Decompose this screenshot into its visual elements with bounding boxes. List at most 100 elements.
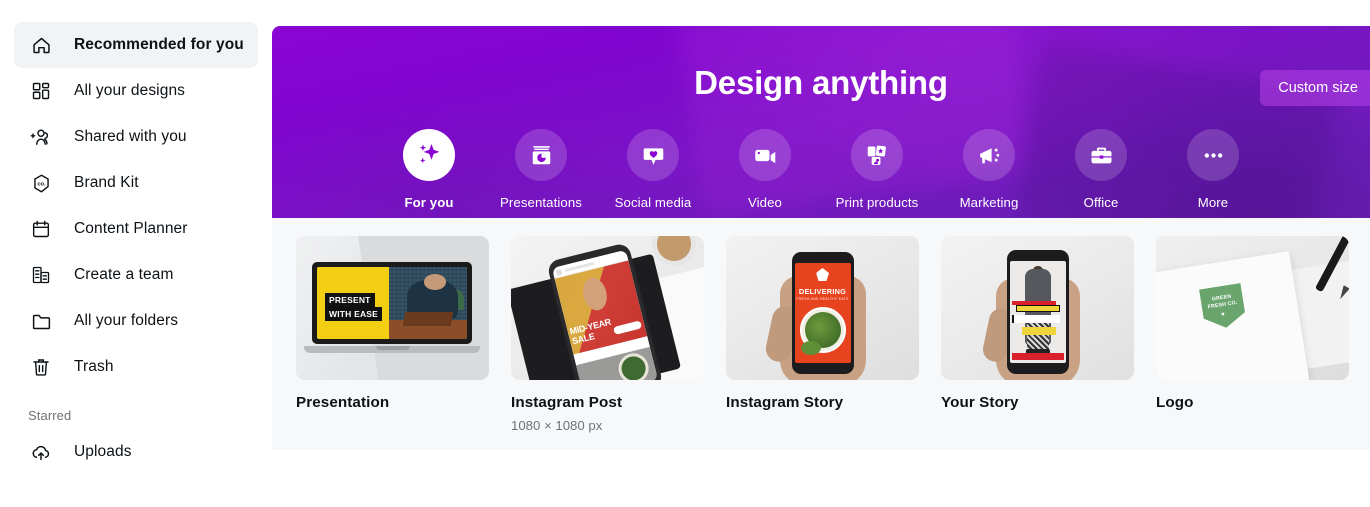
- phone-mockup: [1006, 250, 1069, 374]
- building-icon: [28, 262, 54, 288]
- thumb-headline-line1: PRESENT: [325, 293, 375, 307]
- sparkle-icon: [403, 129, 455, 181]
- logo-text: GREEN FRESH CO.: [1200, 292, 1244, 311]
- canva-homepage: Recommended for you All your designs Sha…: [0, 0, 1370, 507]
- thumb-headline: MID-YEAR SALE: [569, 317, 615, 347]
- category-tab-marketing[interactable]: Marketing: [933, 129, 1045, 210]
- thumbnail-your-story[interactable]: [941, 236, 1134, 380]
- trash-icon: [28, 354, 54, 380]
- sidebar-item-label: All your folders: [74, 312, 179, 329]
- white-band: [1011, 315, 1060, 323]
- category-tab-label: For you: [404, 195, 454, 210]
- thumbnail-instagram-post[interactable]: MID-YEAR SALE: [511, 236, 704, 380]
- card-title: Your Story: [941, 394, 1019, 411]
- cloud-upload-icon: [28, 439, 54, 465]
- thumb-headline-line2: WITH EASE: [325, 307, 383, 321]
- laptop-screen: PRESENT WITH EASE: [317, 267, 467, 339]
- category-tab-label: Presentations: [500, 195, 582, 210]
- sidebar-item-all-your-folders[interactable]: All your folders: [14, 298, 258, 344]
- megaphone-icon: [963, 129, 1015, 181]
- category-tab-social-media[interactable]: Social media: [597, 129, 709, 210]
- sidebar-item-uploads[interactable]: Uploads: [14, 429, 258, 475]
- shared-users-icon: [28, 124, 54, 150]
- phone-screen: [1009, 261, 1066, 363]
- sidebar-item-label: Shared with you: [74, 128, 187, 145]
- thumb-headline-line2: FRESH AND HEALTHY EATS: [796, 297, 849, 301]
- card-title: Instagram Post: [511, 394, 623, 411]
- heart-icon: ♥: [1220, 311, 1226, 319]
- laptop-mockup: PRESENT WITH EASE: [312, 262, 472, 344]
- category-tab-presentations[interactable]: Presentations: [485, 129, 597, 210]
- phone-mockup: DELIVERING FRESH AND HEALTHY EATS: [791, 252, 854, 374]
- category-tab-for-you[interactable]: For you: [373, 129, 485, 210]
- brand-logo-mark: [816, 268, 829, 281]
- salad-bowl: [615, 350, 652, 380]
- thumb-headline-line1: DELIVERING: [798, 287, 847, 296]
- sidebar-item-trash[interactable]: Trash: [14, 344, 258, 390]
- template-card-instagram-story[interactable]: DELIVERING FRESH AND HEALTHY EATS Instag…: [726, 236, 919, 433]
- print-cards-icon: [851, 129, 903, 181]
- heart-bubble-icon: [627, 129, 679, 181]
- sidebar-item-label: Brand Kit: [74, 174, 139, 191]
- category-tab-office[interactable]: Office: [1045, 129, 1157, 210]
- template-card-your-story[interactable]: Your Story: [941, 236, 1134, 433]
- person-head: [423, 274, 446, 291]
- yellow-band-top: [1015, 305, 1060, 312]
- sidebar-item-recommended-for-you[interactable]: Recommended for you: [14, 22, 258, 68]
- sidebar-item-label: Uploads: [74, 443, 132, 460]
- content-panel: Design anything Custom size For you Pres…: [272, 26, 1370, 450]
- sidebar-item-label: Create a team: [74, 266, 174, 283]
- category-tab-label: Social media: [614, 195, 692, 210]
- sidebar: Recommended for you All your designs Sha…: [0, 0, 272, 507]
- briefcase-icon: [1075, 129, 1127, 181]
- category-tab-label: Office: [1083, 195, 1119, 210]
- phone-screen: DELIVERING FRESH AND HEALTHY EATS: [794, 263, 851, 363]
- sidebar-item-content-planner[interactable]: Content Planner: [14, 206, 258, 252]
- category-tab-label: Marketing: [959, 195, 1019, 210]
- thumbnail-presentation[interactable]: PRESENT WITH EASE: [296, 236, 489, 380]
- page-title: Design anything: [694, 64, 948, 101]
- sidebar-item-label: All your designs: [74, 82, 186, 99]
- template-card-presentation[interactable]: PRESENT WITH EASE Presentation: [296, 236, 489, 433]
- card-title: Presentation: [296, 394, 390, 411]
- sidebar-section-label: Starred: [28, 408, 72, 423]
- card-subtitle: 1080 × 1080 px: [511, 418, 603, 433]
- ellipsis-icon: [1187, 129, 1239, 181]
- laptop-notch: [375, 346, 410, 350]
- card-title: Instagram Story: [726, 394, 844, 411]
- small-laptop: [402, 311, 454, 327]
- folder-icon: [28, 308, 54, 334]
- calendar-icon: [28, 216, 54, 242]
- grid-icon: [28, 78, 54, 104]
- main-content: Design anything Custom size For you Pres…: [272, 0, 1370, 507]
- yellow-band-mid: [1021, 327, 1056, 335]
- template-card-logo[interactable]: GREEN FRESH CO. ♥ Logo: [1156, 236, 1349, 433]
- thumbnail-logo[interactable]: GREEN FRESH CO. ♥: [1156, 236, 1349, 380]
- design-anything-banner: Design anything Custom size For you Pres…: [272, 26, 1370, 218]
- sidebar-item-shared-with-you[interactable]: Shared with you: [14, 114, 258, 160]
- red-band-bottom: [1011, 353, 1064, 360]
- category-tab-more[interactable]: More: [1157, 129, 1269, 210]
- cta-pill: [613, 320, 643, 335]
- sidebar-item-all-your-designs[interactable]: All your designs: [14, 68, 258, 114]
- sidebar-item-label: Content Planner: [74, 220, 188, 237]
- presentation-chart-icon: [515, 129, 567, 181]
- custom-size-button[interactable]: Custom size: [1260, 70, 1370, 106]
- sidebar-item-label: Trash: [74, 358, 114, 375]
- category-tab-label: Print products: [835, 195, 919, 210]
- brand-kit-icon: co.: [28, 170, 54, 196]
- category-tab-video[interactable]: Video: [709, 129, 821, 210]
- thumbnail-instagram-story[interactable]: DELIVERING FRESH AND HEALTHY EATS: [726, 236, 919, 380]
- sidebar-item-label: Recommended for you: [74, 36, 244, 53]
- video-camera-icon: [739, 129, 791, 181]
- vegetable-decor: [800, 341, 821, 355]
- sidebar-item-brand-kit[interactable]: co. Brand Kit: [14, 160, 258, 206]
- category-tab-print-products[interactable]: Print products: [821, 129, 933, 210]
- card-title: Logo: [1156, 394, 1194, 411]
- category-tab-label: Video: [748, 195, 782, 210]
- category-tab-label: More: [1197, 195, 1229, 210]
- template-card-instagram-post[interactable]: MID-YEAR SALE Instagram Post 1080 × 1080…: [511, 236, 704, 433]
- sidebar-item-create-a-team[interactable]: Create a team: [14, 252, 258, 298]
- home-icon: [28, 32, 54, 58]
- category-tabs: For you Presentations Social media Video…: [272, 129, 1370, 210]
